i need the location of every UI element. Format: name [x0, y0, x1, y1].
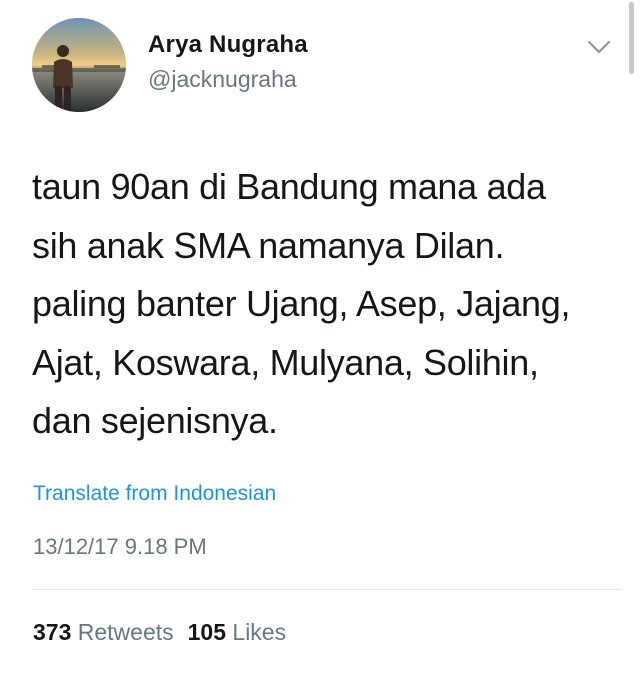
likes-label: Likes: [232, 619, 287, 645]
scrollbar[interactable]: [629, 2, 634, 74]
tweet-text-line: dan sejenisnya.: [32, 400, 278, 441]
author-name[interactable]: Arya Nugraha: [148, 31, 308, 59]
tweet-text-line: Ajat, Koswara, Mulyana, Solihin,: [32, 341, 539, 383]
chevron-down-icon[interactable]: [586, 38, 612, 56]
tweet-text-line: paling banter Ujang, Asep, Jajang,: [32, 283, 571, 324]
avatar[interactable]: [32, 18, 126, 112]
likes-stat[interactable]: 105 Likes: [188, 619, 286, 645]
tweet-stats: 373 Retweets 105 Likes: [33, 619, 286, 646]
tweet-timestamp[interactable]: 13/12/17 9.18 PM: [33, 534, 207, 560]
retweets-count: 373: [33, 619, 72, 645]
retweets-stat[interactable]: 373 Retweets: [33, 619, 174, 645]
tweet-detail: Arya Nugraha @jacknugraha taun 90an di B…: [0, 0, 640, 675]
retweets-label: Retweets: [77, 619, 174, 645]
tweet-text-line: taun 90an di Bandung mana ada: [32, 166, 546, 207]
likes-count: 105: [187, 619, 227, 645]
tweet-text-line: sih anak SMA namanya Dilan.: [32, 224, 505, 266]
translate-link[interactable]: Translate from Indonesian: [33, 482, 276, 506]
divider: [32, 589, 622, 590]
author-handle[interactable]: @jacknugraha: [148, 66, 297, 93]
tweet-text: taun 90an di Bandung mana ada sih anak S…: [32, 158, 622, 451]
avatar-photo: [32, 18, 126, 112]
